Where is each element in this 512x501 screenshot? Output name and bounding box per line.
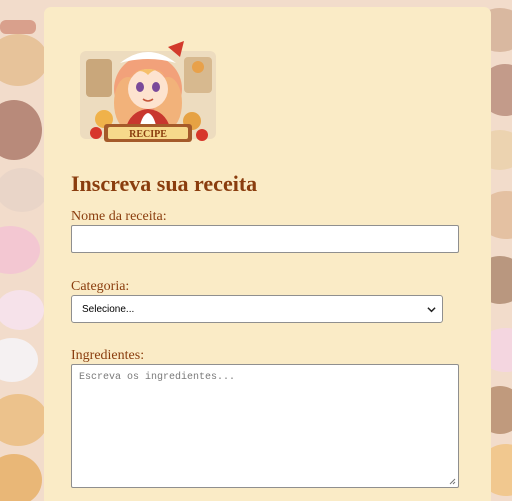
recipe-name-input[interactable] xyxy=(71,225,459,253)
chevron-down-icon xyxy=(427,307,436,313)
recipe-name-label: Nome da receita: xyxy=(71,209,167,224)
category-select-value: Selecione... xyxy=(82,304,135,315)
recipe-form-panel: RECIPE Inscreva sua receita Nome da rece… xyxy=(44,7,491,501)
category-label: Categoria: xyxy=(71,279,130,294)
category-select[interactable]: Selecione... xyxy=(71,295,443,323)
resize-handle-icon[interactable] xyxy=(449,478,456,485)
ingredients-placeholder: Escreva os ingredientes... xyxy=(79,372,236,383)
mascot-badge-text: RECIPE xyxy=(129,129,167,140)
ingredients-label: Ingredientes: xyxy=(71,348,145,363)
ingredients-textarea[interactable]: Escreva os ingredientes... xyxy=(71,364,459,488)
page-title: Inscreva sua receita xyxy=(71,171,258,196)
recipe-mascot-illustration: RECIPE xyxy=(72,41,224,149)
